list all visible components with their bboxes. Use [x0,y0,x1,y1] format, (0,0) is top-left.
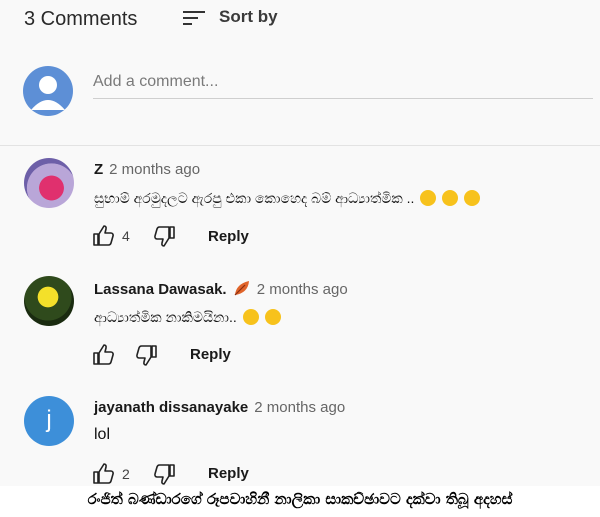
image-caption: රංජිත් බණ්ඩාරගේ රූපවාහිනී නාලිකා සාකච්ඡා… [87,490,513,508]
add-comment-input[interactable] [93,66,593,99]
comment-avatar-lassana[interactable] [24,276,74,326]
comment-author[interactable]: Lassana Dawasak. 2 months ago [94,280,348,298]
comment-text: ආධ්‍යාත්මික නාකිමයිනා.. [94,309,281,326]
comment-author[interactable]: Z 2 months ago [94,161,200,178]
thumbs-down-icon[interactable] [152,462,176,486]
author-name[interactable]: jayanath dissanayake [94,399,248,416]
comment-body: සුභාම් අරමුදලට ඇරපු එකා කොහෙද බම් ආධ්‍යා… [94,190,415,206]
grinning-sweat-emoji-icon [242,309,259,325]
like-count: 2 [122,466,130,482]
comment-avatar-jayanath[interactable]: j [24,396,74,446]
comment-text: සුභාම් අරමුදලට ඇරපු එකා කොහෙද බම් ආධ්‍යා… [94,190,481,207]
comments-panel: 3 Comments Sort by Z 2 months ago සුභාම් … [0,0,600,486]
reply-button[interactable]: Reply [208,228,249,245]
comment-body: ආධ්‍යාත්මික නාකිමයිනා.. [94,309,237,325]
reply-button[interactable]: Reply [190,346,231,363]
sort-by-button[interactable]: Sort by [219,7,278,27]
leaf-emoji-icon [234,281,249,296]
laughing-emoji-icon [420,190,437,206]
like-action[interactable]: 2 [92,462,130,486]
thumbs-up-icon[interactable] [92,224,116,248]
comment-time[interactable]: 2 months ago [109,161,200,178]
reply-button[interactable]: Reply [208,465,249,482]
thumbs-up-icon[interactable] [92,462,116,486]
divider [0,145,600,146]
comment-time[interactable]: 2 months ago [254,399,345,416]
grinning-sweat-emoji-icon [264,309,281,325]
comment-avatar-z[interactable] [24,158,74,208]
author-name[interactable]: Z [94,161,103,178]
user-silhouette-icon [31,76,65,110]
comment-time[interactable]: 2 months ago [257,281,348,298]
current-user-avatar [23,66,73,116]
thumbs-up-icon[interactable] [92,343,116,367]
laughing-emoji-icon [442,190,459,206]
author-name[interactable]: Lassana Dawasak. [94,281,227,298]
comment-author[interactable]: jayanath dissanayake 2 months ago [94,399,345,416]
comments-count: 3 Comments [24,8,138,30]
sort-icon[interactable] [182,8,206,28]
comment-text: lol [94,426,111,443]
thumbs-down-icon[interactable] [152,224,176,248]
thumbs-down-icon[interactable] [134,343,158,367]
laughing-emoji-icon [464,190,481,206]
like-count: 4 [122,228,130,244]
like-action[interactable]: 4 [92,224,130,248]
